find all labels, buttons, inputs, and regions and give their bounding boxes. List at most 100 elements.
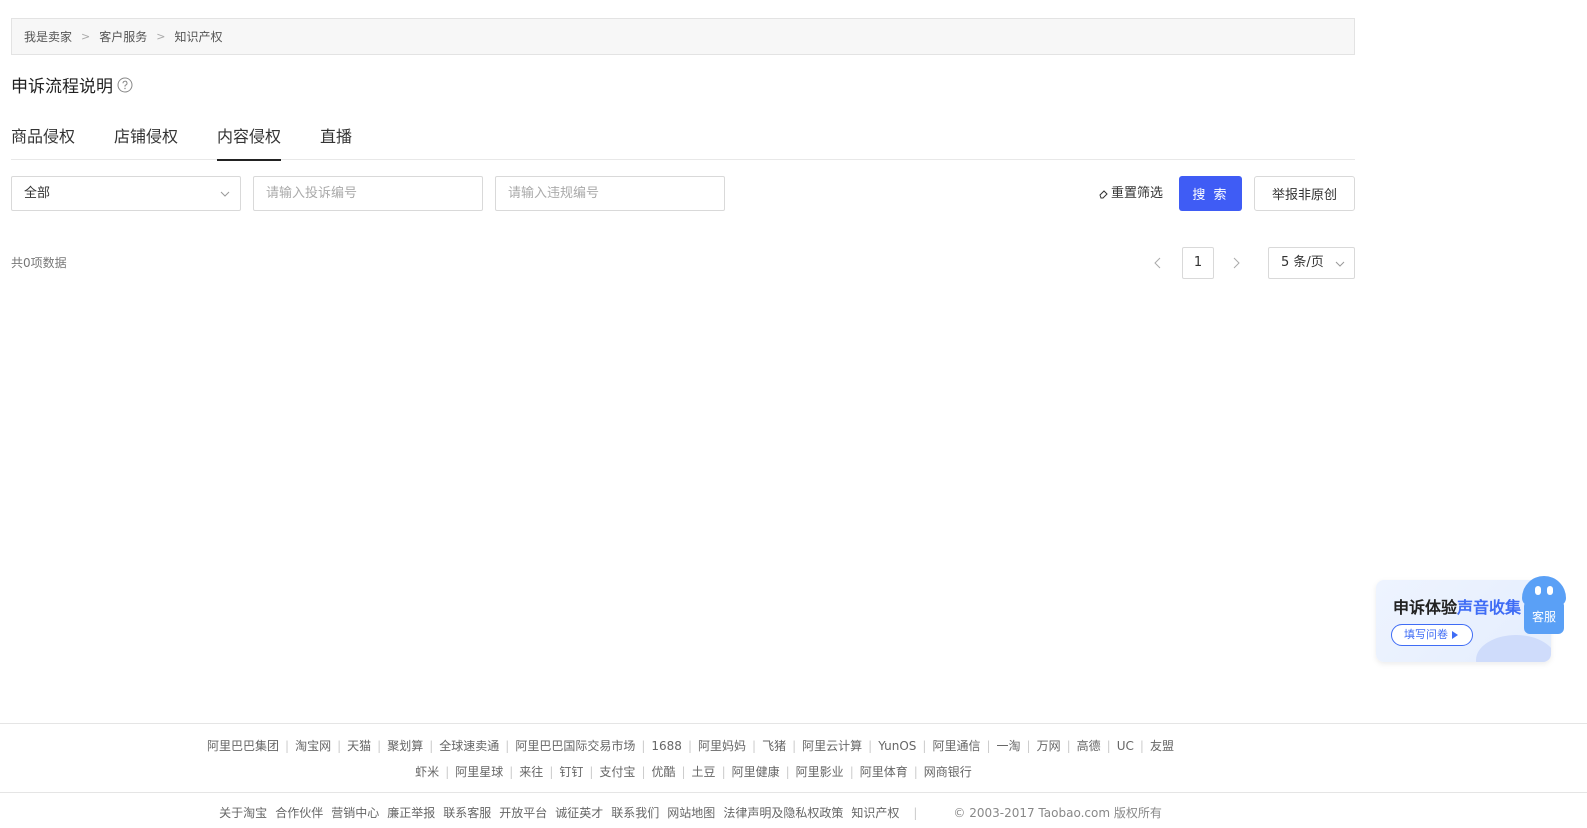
footer-link[interactable]: 阿里妈妈 xyxy=(698,739,746,753)
footer-link[interactable]: 法律声明及隐私权政策 xyxy=(723,806,843,820)
footer-link[interactable]: 阿里体育 xyxy=(860,765,908,779)
footer-separator: | xyxy=(721,765,726,779)
footer-link[interactable]: 万网 xyxy=(1037,739,1061,753)
footer-separator: | xyxy=(505,739,510,753)
footer-separator: | xyxy=(549,765,554,779)
footer-separator: | xyxy=(337,739,342,753)
footer-links-row3: 关于淘宝 合作伙伴 营销中心 廉正举报 联系客服 开放平台 诚征英才 联系我们 网站地图 法律声明… xyxy=(0,804,1484,821)
footer-separator: | xyxy=(589,765,594,779)
footer-link[interactable]: 支付宝 xyxy=(599,765,635,779)
search-button[interactable]: 搜 索 xyxy=(1179,176,1242,211)
footer-separator: | xyxy=(1106,739,1111,753)
breadcrumb-separator: > xyxy=(156,30,166,43)
footer-link[interactable]: 阿里巴巴集团 xyxy=(207,739,279,753)
breadcrumb-item-seller[interactable]: 我是卖家 xyxy=(24,28,72,45)
page-number-button[interactable]: 1 xyxy=(1182,247,1214,279)
footer-link[interactable]: 阿里影业 xyxy=(796,765,844,779)
footer-link[interactable]: YunOS xyxy=(878,739,916,753)
footer-link[interactable]: 优酷 xyxy=(651,765,675,779)
chevron-down-icon xyxy=(1335,261,1345,267)
footer-link[interactable]: 全球速卖通 xyxy=(439,739,499,753)
prev-page-button[interactable] xyxy=(1145,247,1169,279)
reset-filter-label: 重置筛选 xyxy=(1111,186,1164,201)
footer-link[interactable]: 阿里云计算 xyxy=(802,739,862,753)
pagination: 1 5 条/页 xyxy=(1145,247,1355,279)
robot-eye xyxy=(1547,586,1553,595)
footer-divider xyxy=(0,723,1587,724)
footer-links-row1: 阿里巴巴集团 | 淘宝网 | 天猫 | 聚划算 | 全球速卖通 | 阿里巴巴国际交易市场 | 1688 |… xyxy=(0,737,1484,754)
footer-separator: | xyxy=(377,739,382,753)
footer-link[interactable]: 高德 xyxy=(1077,739,1101,753)
footer-link[interactable]: 1688 xyxy=(651,739,682,753)
footer-link[interactable]: 网站地图 xyxy=(667,806,715,820)
footer-link[interactable]: 阿里健康 xyxy=(732,765,780,779)
footer-link[interactable]: 阿里星球 xyxy=(455,765,503,779)
footer-separator: | xyxy=(922,739,927,753)
footer-separator: | xyxy=(641,765,646,779)
footer-link[interactable]: 联系客服 xyxy=(443,806,491,820)
report-non-original-button[interactable]: 举报非原创 xyxy=(1254,176,1355,211)
breadcrumb-item-ip: 知识产权 xyxy=(174,30,223,44)
footer-link[interactable]: 一淘 xyxy=(997,739,1021,753)
footer-link[interactable]: 淘宝网 xyxy=(295,739,331,753)
footer-separator: | xyxy=(285,739,290,753)
question-circle-icon[interactable] xyxy=(117,77,133,93)
footer-link[interactable]: 友盟 xyxy=(1150,739,1174,753)
next-page-button[interactable] xyxy=(1225,247,1249,279)
footer-separator: | xyxy=(849,765,854,779)
chevron-down-icon xyxy=(220,191,230,197)
footer-separator: | xyxy=(429,739,434,753)
footer-link[interactable]: 网商银行 xyxy=(924,765,972,779)
footer-link[interactable]: 飞猪 xyxy=(762,739,786,753)
play-icon xyxy=(1452,631,1458,639)
footer-link[interactable]: 土豆 xyxy=(692,765,716,779)
breadcrumb-item-customer-service[interactable]: 客户服务 xyxy=(99,28,147,45)
footer-separator: | xyxy=(752,739,757,753)
reset-filter-button[interactable]: 重置筛选 xyxy=(1098,176,1163,211)
violation-number-input[interactable] xyxy=(495,176,725,211)
footer-link[interactable]: 联系我们 xyxy=(611,806,659,820)
footer-link[interactable]: 知识产权 xyxy=(851,806,899,820)
footer-separator: | xyxy=(986,739,991,753)
tab-shop-infringement[interactable]: 店铺侵权 xyxy=(114,118,178,160)
footer-link[interactable]: 虾米 xyxy=(415,765,439,779)
footer-link[interactable]: 钉钉 xyxy=(559,765,583,779)
customer-service-button[interactable]: 客服 xyxy=(1522,576,1566,634)
footer-link[interactable]: 聚划算 xyxy=(387,739,423,753)
robot-eye xyxy=(1535,586,1541,595)
tab-content-infringement[interactable]: 内容侵权 xyxy=(217,118,282,161)
footer-separator: | xyxy=(641,739,646,753)
breadcrumb: 我是卖家 > 客户服务 > 知识产权 xyxy=(11,18,1355,55)
footer-link[interactable]: 营销中心 xyxy=(331,806,379,820)
footer-links-row2: 虾米 | 阿里星球 | 来往 | 钉钉 | 支付宝 | 优酷 | 土豆 | 阿里健康 | 阿里影业 | 阿里体育 | 网… xyxy=(0,763,1487,780)
footer-link[interactable]: 天猫 xyxy=(347,739,371,753)
footer-link[interactable]: 阿里通信 xyxy=(932,739,980,753)
footer-separator: | xyxy=(1066,739,1071,753)
tab-bar: 商品侵权 店铺侵权 内容侵权 直播 xyxy=(11,118,1355,161)
complaint-number-input[interactable] xyxy=(253,176,483,211)
tab-product-infringement[interactable]: 商品侵权 xyxy=(11,118,75,160)
fill-survey-label: 填写问卷 xyxy=(1404,628,1448,641)
fill-survey-button[interactable]: 填写问卷 xyxy=(1391,624,1473,646)
footer-link[interactable]: 诚征英才 xyxy=(555,806,603,820)
customer-service-label: 客服 xyxy=(1524,600,1564,634)
chevron-left-icon xyxy=(1154,257,1161,269)
feedback-title-prefix: 申诉体验 xyxy=(1393,598,1458,617)
footer-link[interactable]: 来往 xyxy=(519,765,543,779)
footer-separator: | xyxy=(681,765,686,779)
type-select[interactable]: 全部 xyxy=(11,176,241,211)
type-select-value: 全部 xyxy=(24,186,51,201)
footer-separator: | xyxy=(509,765,514,779)
footer-link[interactable]: 开放平台 xyxy=(499,806,547,820)
footer-link[interactable]: 关于淘宝 xyxy=(219,806,267,820)
footer-separator: | xyxy=(445,765,450,779)
page-title: 申诉流程说明 xyxy=(11,72,133,97)
footer-link[interactable]: UC xyxy=(1117,739,1134,753)
footer-link[interactable]: 合作伙伴 xyxy=(275,806,323,820)
page-size-select[interactable]: 5 条/页 xyxy=(1268,247,1355,279)
tab-live[interactable]: 直播 xyxy=(320,118,352,160)
footer-separator: | xyxy=(687,739,692,753)
footer-link[interactable]: 阿里巴巴国际交易市场 xyxy=(515,739,635,753)
footer-link[interactable]: 廉正举报 xyxy=(387,806,435,820)
eraser-icon xyxy=(1099,189,1108,198)
